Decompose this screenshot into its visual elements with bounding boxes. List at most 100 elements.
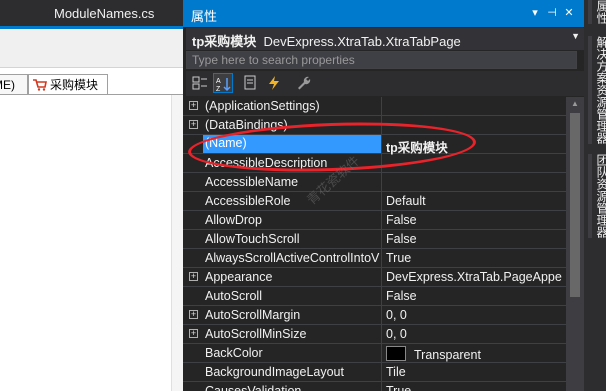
property-row[interactable]: CausesValidation True [183, 382, 566, 391]
property-name: AutoScrollMargin [205, 308, 301, 322]
xtra-tab-previous[interactable]: ME) [0, 74, 28, 94]
xtra-tab-divider [0, 94, 183, 95]
property-value[interactable]: DevExpress.XtraTab.PageAppe [386, 270, 564, 284]
events-lightning-icon[interactable] [264, 73, 284, 93]
property-value-text: Transparent [414, 348, 481, 362]
column-separator [381, 249, 382, 268]
object-selector[interactable]: tp采购模块 DevExpress.XtraTab.XtraTabPage ▼ [186, 28, 584, 50]
property-value[interactable]: True [386, 384, 564, 391]
column-separator [381, 173, 382, 192]
document-tab-modulenames[interactable]: ModuleNames.cs [36, 3, 183, 25]
property-pages-icon[interactable] [241, 73, 261, 93]
property-value-text: False [386, 289, 417, 303]
property-grid-scrollbar[interactable]: ▲ [566, 97, 584, 391]
property-value-text: True [386, 251, 412, 265]
column-separator [381, 135, 382, 154]
chevron-down-icon[interactable]: ▼ [571, 31, 580, 41]
property-name: BackColor [205, 346, 263, 360]
property-value[interactable]: 0, 0 [386, 327, 564, 341]
column-separator [381, 154, 382, 173]
expand-plus-icon[interactable]: + [189, 101, 198, 110]
property-row[interactable]: AllowDrop False [183, 211, 566, 230]
property-row[interactable]: AllowTouchScroll False [183, 230, 566, 249]
column-separator [381, 287, 382, 306]
property-value[interactable]: False [386, 289, 564, 303]
properties-side-tab[interactable]: 属性 [588, 0, 606, 24]
property-value[interactable]: False [386, 232, 564, 246]
alphabetical-sort-icon[interactable]: AZ [213, 73, 233, 93]
property-grid: + (ApplicationSettings) + (DataBindings) (Na… [183, 97, 566, 391]
properties-title-bar[interactable]: 属性 ▾ ⊣ ✕ [183, 0, 584, 27]
property-name: CausesValidation [205, 384, 302, 391]
property-row[interactable]: AutoScroll False [183, 287, 566, 306]
property-name: AccessibleRole [205, 194, 291, 208]
shopping-cart-icon [33, 79, 47, 91]
property-value[interactable]: False [386, 213, 564, 227]
xtra-tab-label: 采购模块 [50, 78, 99, 92]
color-swatch [386, 346, 406, 361]
property-row[interactable]: + AutoScrollMargin 0, 0 [183, 306, 566, 325]
property-value-text: True [386, 384, 412, 391]
column-separator [381, 306, 382, 325]
property-value[interactable]: 0, 0 [386, 308, 564, 322]
properties-toolbar: AZ [186, 71, 584, 96]
column-separator [381, 230, 382, 249]
expand-plus-icon[interactable]: + [189, 329, 198, 338]
properties-title: 属性 [191, 9, 218, 24]
property-value-text: 0, 0 [386, 308, 407, 322]
document-tab-strip: ModuleNames.cs [0, 0, 183, 28]
expand-plus-icon[interactable]: + [189, 272, 198, 281]
property-value[interactable]: True [386, 251, 564, 265]
designer-header [0, 29, 183, 68]
property-name: AutoScrollMinSize [205, 327, 307, 341]
scroll-up-icon[interactable]: ▲ [570, 100, 580, 108]
property-name: AlwaysScrollActiveControlIntoV [205, 251, 380, 265]
property-name: AutoScroll [205, 289, 262, 303]
expand-plus-icon[interactable]: + [189, 120, 198, 129]
property-value-text: DevExpress.XtraTab.PageAppe [386, 270, 562, 284]
property-row[interactable]: + (DataBindings) [183, 116, 566, 135]
column-separator [381, 344, 382, 363]
property-value[interactable]: Transparent [386, 346, 564, 362]
property-name: Appearance [205, 270, 273, 284]
property-value-text: Tile [386, 365, 406, 379]
property-value-text: False [386, 213, 417, 227]
window-position-dropdown-icon[interactable]: ▾ [527, 5, 543, 21]
column-separator [381, 97, 382, 116]
svg-text:Z: Z [216, 86, 221, 92]
property-value[interactable]: Default [386, 194, 564, 208]
column-separator [381, 382, 382, 391]
property-row[interactable]: AlwaysScrollActiveControlIntoV True [183, 249, 566, 268]
property-row[interactable]: + Appearance DevExpress.XtraTab.PageAppe [183, 268, 566, 287]
properties-window: 属性 ▾ ⊣ ✕ tp采购模块 DevExpress.XtraTab.XtraT… [183, 0, 584, 391]
property-name: AllowDrop [205, 213, 262, 227]
wrench-icon[interactable] [294, 73, 314, 93]
form-designer-surface: ME) 采购模块 [0, 29, 184, 391]
column-separator [381, 211, 382, 230]
property-row[interactable]: BackgroundImageLayout Tile [183, 363, 566, 382]
xtra-tab-purchase-module[interactable]: 采购模块 [28, 74, 108, 94]
property-row[interactable]: + (ApplicationSettings) [183, 97, 566, 116]
property-row[interactable]: AccessibleName [183, 173, 566, 192]
categorized-icon[interactable] [190, 73, 210, 93]
property-search-input[interactable]: Type here to search properties [186, 51, 577, 69]
property-name: BackgroundImageLayout [205, 365, 344, 379]
pin-icon[interactable]: ⊣ [544, 5, 560, 21]
close-icon[interactable]: ✕ [561, 5, 577, 21]
property-name: (Name) [203, 135, 381, 153]
property-row[interactable]: + AutoScrollMinSize 0, 0 [183, 325, 566, 344]
property-name: (DataBindings) [205, 118, 288, 132]
property-value[interactable]: Tile [386, 365, 564, 379]
property-name: (ApplicationSettings) [205, 99, 320, 113]
property-row[interactable]: AccessibleDescription [183, 154, 566, 173]
solution-explorer-side-tab[interactable]: 解决方案资源管理器 [588, 36, 606, 144]
object-name: tp采购模块 [192, 34, 257, 49]
property-value-text: False [386, 232, 417, 246]
team-explorer-side-tab[interactable]: 团队资源管理器 [588, 154, 606, 238]
property-row[interactable]: AccessibleRole Default [183, 192, 566, 211]
column-separator [381, 363, 382, 382]
expand-plus-icon[interactable]: + [189, 310, 198, 319]
scrollbar-thumb[interactable] [570, 113, 580, 297]
property-row[interactable]: (Name) tp采购模块 [183, 135, 566, 155]
property-row[interactable]: BackColor Transparent [183, 344, 566, 363]
